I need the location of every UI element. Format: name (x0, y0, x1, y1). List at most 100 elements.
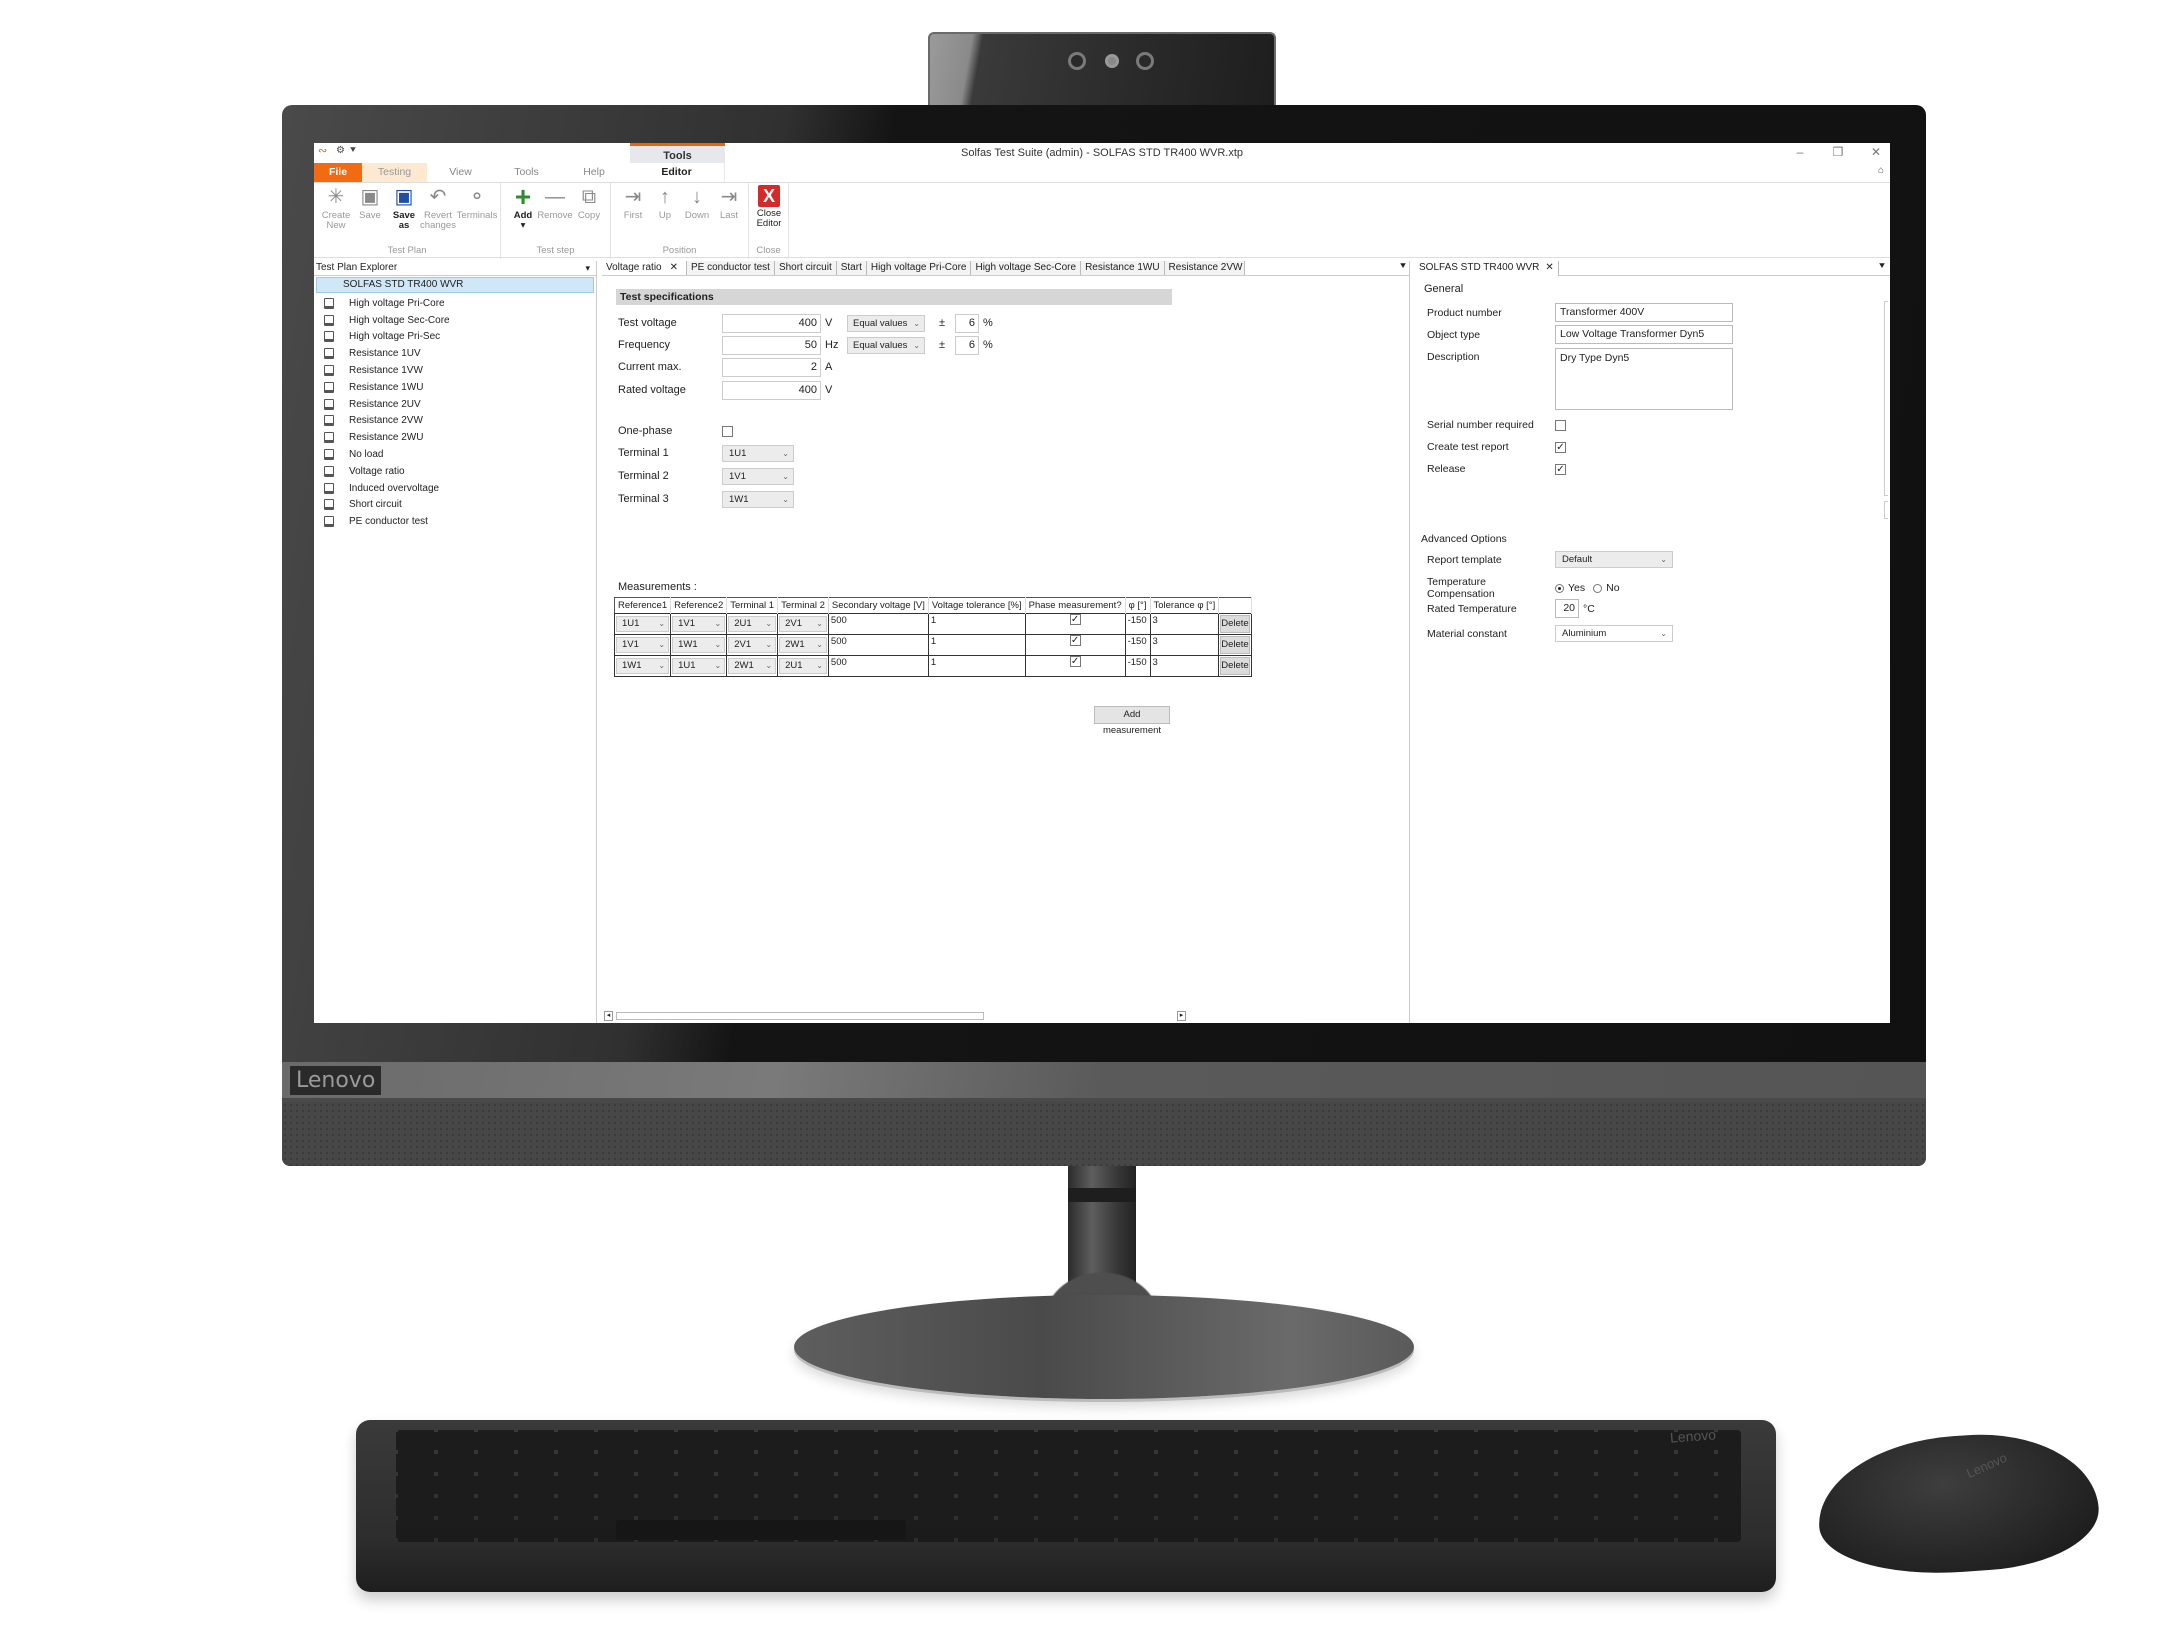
reference2-select[interactable]: 1V1 ⌄ (672, 616, 726, 632)
tab-view[interactable]: View (427, 163, 494, 182)
terminal2-cell-select[interactable]: 2W1 ⌄ (779, 637, 827, 653)
reference2-select[interactable]: 1U1 ⌄ (672, 658, 726, 674)
move-up-button[interactable]: ↑ Up (647, 185, 683, 221)
temp-comp-yes-radio[interactable] (1555, 583, 1564, 593)
tree-item[interactable]: Resistance 2VW (314, 413, 596, 430)
tree-item[interactable]: PE conductor test (314, 513, 596, 530)
revert-changes-button[interactable]: ↶ Revert changes (420, 185, 456, 231)
scrollbar-thumb[interactable] (1884, 501, 1888, 519)
tree-item[interactable]: Resistance 1WU (314, 379, 596, 396)
one-phase-checkbox[interactable] (722, 425, 733, 437)
delete-row-button[interactable]: Delete (1220, 615, 1250, 633)
close-window-button[interactable]: ✕ (1870, 145, 1882, 159)
serial-required-checkbox[interactable] (1555, 419, 1566, 431)
phase-measurement-checkbox[interactable]: ✓ (1069, 656, 1081, 667)
terminal3-select[interactable]: 1W1 ⌄ (722, 490, 794, 508)
doc-tab[interactable]: Resistance 2VW (1164, 261, 1245, 275)
voltage-tolerance-cell[interactable]: 1 (927, 613, 1026, 635)
doc-tab[interactable]: High voltage Sec-Core (971, 261, 1082, 275)
doc-tab[interactable]: Short circuit (774, 261, 837, 275)
tree-item[interactable]: High voltage Pri-Core (314, 295, 596, 312)
doc-tab-voltage-ratio[interactable]: Voltage ratio ✕ (602, 261, 687, 275)
report-template-select[interactable]: Default ⌄ (1555, 551, 1673, 568)
horizontal-scrollbar[interactable]: ◂ ▸ (604, 1011, 1186, 1021)
tab-file[interactable]: File (314, 163, 362, 182)
scrollbar-thumb[interactable] (616, 1012, 984, 1020)
move-down-button[interactable]: ↓ Down (679, 185, 715, 221)
terminal1-cell-select[interactable]: 2V1 ⌄ (728, 637, 777, 653)
doc-tab[interactable]: High voltage Pri-Core (866, 261, 972, 275)
frequency-tolerance-input[interactable]: 6 (955, 335, 979, 355)
move-last-button[interactable]: ⇥ Last (711, 185, 747, 221)
tree-item[interactable]: Resistance 1UV (314, 345, 596, 362)
doc-tab[interactable]: Start (836, 261, 867, 275)
terminal1-cell-select[interactable]: 2U1 ⌄ (728, 616, 777, 632)
save-as-button[interactable]: ▣ Save as (386, 185, 422, 231)
delete-row-button[interactable]: Delete (1220, 636, 1250, 654)
voltage-tolerance-cell[interactable]: 1 (927, 634, 1026, 656)
rated-temperature-input[interactable]: 20 (1555, 599, 1579, 618)
rated-voltage-input[interactable]: 400 (722, 380, 821, 400)
doc-tab[interactable]: PE conductor test (687, 261, 775, 275)
tree-root-selected[interactable]: SOLFAS STD TR400 WVR (316, 277, 594, 293)
doc-tab[interactable]: Resistance 1WU (1081, 261, 1165, 275)
phi-tolerance-cell[interactable]: 3 (1149, 634, 1220, 656)
tab-editor[interactable]: Editor (629, 163, 724, 182)
terminal1-cell-select[interactable]: 2W1 ⌄ (728, 658, 777, 674)
voltage-tolerance-cell[interactable]: 1 (927, 655, 1026, 677)
explorer-menu-icon[interactable]: ▾ (585, 261, 590, 275)
tree-item[interactable]: Resistance 2WU (314, 429, 596, 446)
scroll-left-icon[interactable]: ◂ (604, 1011, 613, 1021)
terminal2-cell-select[interactable]: 2V1 ⌄ (779, 616, 827, 632)
secondary-voltage-cell[interactable]: 500 (827, 634, 929, 656)
collapse-ribbon-icon[interactable]: ⌂ (1878, 165, 1884, 176)
tree-item[interactable]: No load (314, 446, 596, 463)
scroll-right-icon[interactable]: ▸ (1177, 1011, 1186, 1021)
test-voltage-tolerance-input[interactable]: 6 (955, 313, 979, 333)
secondary-voltage-cell[interactable]: 500 (827, 613, 929, 635)
minimize-button[interactable]: – (1794, 145, 1806, 159)
terminal2-select[interactable]: 1V1 ⌄ (722, 467, 794, 485)
terminal1-select[interactable]: 1U1 ⌄ (722, 444, 794, 462)
tree-item[interactable]: High voltage Pri-Sec (314, 329, 596, 346)
frequency-mode-select[interactable]: Equal values ⌄ (847, 336, 925, 354)
move-first-button[interactable]: ⇥ First (615, 185, 651, 221)
phi-cell[interactable]: -150 (1124, 613, 1151, 635)
reference1-select[interactable]: 1U1 ⌄ (616, 616, 670, 632)
reference1-select[interactable]: 1W1 ⌄ (616, 658, 670, 674)
add-step-button[interactable]: + Add ▾ (505, 183, 541, 231)
tree-item[interactable]: Resistance 2UV (314, 396, 596, 413)
frequency-input[interactable]: 50 (722, 335, 821, 355)
tabs-overflow-icon[interactable]: ⯆ (1399, 261, 1407, 272)
release-checkbox[interactable]: ✓ (1555, 463, 1566, 475)
object-type-input[interactable]: Low Voltage Transformer Dyn5 (1555, 325, 1733, 344)
tree-item[interactable]: Resistance 1VW (314, 362, 596, 379)
reference2-select[interactable]: 1W1 ⌄ (672, 637, 726, 653)
close-tab-icon[interactable]: ✕ (670, 262, 678, 273)
close-tab-icon[interactable]: ✕ (1545, 262, 1553, 273)
description-textarea[interactable]: Dry Type Dyn5 (1555, 348, 1733, 410)
phi-tolerance-cell[interactable]: 3 (1149, 613, 1220, 635)
phase-measurement-checkbox[interactable]: ✓ (1069, 614, 1081, 625)
product-number-input[interactable]: Transformer 400V (1555, 303, 1733, 322)
tree-item[interactable]: Voltage ratio (314, 463, 596, 480)
tab-tools[interactable]: Tools (494, 163, 559, 182)
temp-comp-no-radio[interactable] (1593, 583, 1603, 593)
add-measurement-button[interactable]: Add measurement (1094, 706, 1170, 736)
tree-item[interactable]: High voltage Sec-Core (314, 312, 596, 329)
current-max-input[interactable]: 2 (722, 357, 821, 377)
test-voltage-mode-select[interactable]: Equal values ⌄ (847, 314, 925, 332)
reference1-select[interactable]: 1V1 ⌄ (616, 637, 670, 653)
terminal2-cell-select[interactable]: 2U1 ⌄ (779, 658, 827, 674)
secondary-voltage-cell[interactable]: 500 (827, 655, 929, 677)
material-constant-select[interactable]: Aluminium ⌄ (1555, 625, 1673, 642)
tree-item[interactable]: Induced overvoltage (314, 480, 596, 497)
restore-button[interactable]: ❐ (1832, 145, 1844, 159)
create-report-checkbox[interactable]: ✓ (1555, 441, 1566, 453)
panel-overflow-icon[interactable]: ⯆ (1878, 261, 1886, 272)
save-button[interactable]: ▣ Save (352, 185, 388, 221)
terminals-button[interactable]: ⚬ Terminals (456, 185, 498, 221)
phi-tolerance-cell[interactable]: 3 (1149, 655, 1220, 677)
vertical-scrollbar[interactable] (1884, 301, 1888, 496)
tab-help[interactable]: Help (559, 163, 629, 182)
